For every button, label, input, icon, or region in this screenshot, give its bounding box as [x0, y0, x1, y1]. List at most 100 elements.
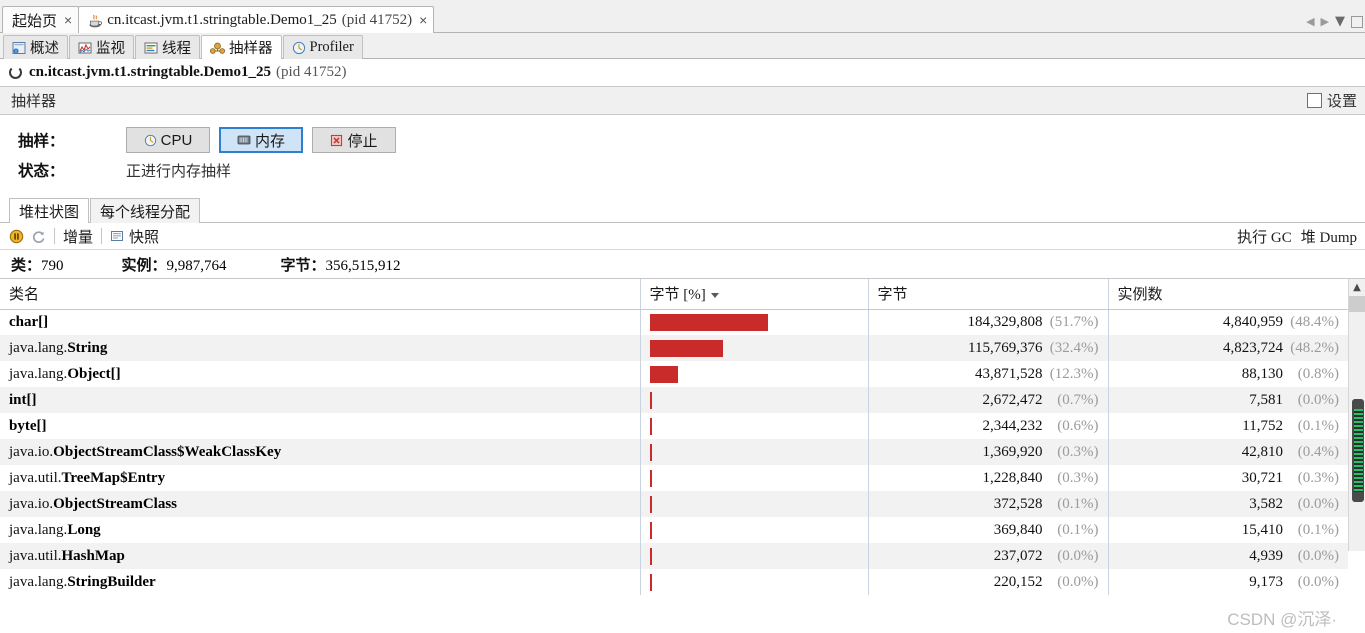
svg-text:i: i	[16, 48, 17, 53]
cell-instances: 15,410 (0.1%)	[1108, 517, 1348, 543]
instances-percent: (0.3%)	[1297, 469, 1339, 486]
instances-value: 15,410	[1241, 521, 1283, 538]
cell-instances: 4,840,959 (48.4%)	[1108, 309, 1348, 335]
bytes-percent-bar	[649, 521, 652, 539]
triangle-right-icon[interactable]: ▶	[1321, 16, 1329, 27]
bytes-value: 184,329,808	[967, 313, 1043, 330]
tab-per-thread-allocation[interactable]: 每个线程分配	[90, 198, 201, 223]
scroll-thumb[interactable]	[1352, 399, 1364, 502]
scroll-up-icon[interactable]: ▲	[1349, 279, 1365, 296]
checkbox-icon[interactable]	[1306, 93, 1322, 108]
instances-percent: (48.2%)	[1290, 339, 1339, 356]
tab-sampler[interactable]: 抽样器	[201, 35, 282, 59]
scroll-track-top[interactable]	[1349, 296, 1365, 312]
tab-threads[interactable]: 线程	[135, 35, 200, 59]
memory-sample-button[interactable]: 内存	[219, 127, 303, 153]
cell-class-name: char[]	[0, 309, 641, 335]
cell-class-name: byte[]	[0, 413, 641, 439]
cell-class-name: java.lang.String	[0, 335, 641, 361]
cell-bytes: 1,369,920 (0.3%)	[868, 439, 1109, 465]
table-row[interactable]: char[] 184,329,808 (51.7%) 4,840,959 (48.4%)	[0, 309, 1348, 335]
tab-heap-histogram[interactable]: 堆柱状图	[9, 198, 90, 223]
bytes-counter: 字节：356,515,912	[281, 254, 401, 275]
class-package: java.lang.	[9, 339, 68, 356]
bytes-value: 237,072	[993, 547, 1043, 564]
bytes-percent-bar	[649, 339, 724, 357]
perform-gc-button[interactable]: 执行 GC	[1237, 226, 1292, 247]
stop-sample-button[interactable]: 停止	[312, 127, 396, 153]
class-simple-name: HashMap	[61, 547, 125, 564]
table-row[interactable]: java.lang.String 115,769,376 (32.4%) 4,823,…	[0, 335, 1348, 361]
tab-label: 监视	[96, 41, 125, 57]
watermark-text: CSDN @沉泽·	[1227, 610, 1337, 629]
refresh-button[interactable]	[31, 229, 46, 244]
table-row[interactable]: java.lang.Long 369,840 (0.1%) 15,410 (0.1%)	[0, 517, 1348, 543]
delta-button[interactable]: 增量	[63, 226, 93, 247]
column-header-bytes-percent[interactable]: 字节 [%]	[640, 279, 869, 310]
cell-class-name: java.io.ObjectStreamClass	[0, 491, 641, 517]
cpu-sample-button[interactable]: CPU	[126, 127, 210, 153]
tab-overview[interactable]: i 概述	[3, 35, 68, 59]
table-row[interactable]: java.lang.StringBuilder 220,152 (0.0%) 9,17…	[0, 569, 1348, 595]
window-tab-demo1-25[interactable]: cn.itcast.jvm.t1.stringtable.Demo1_25 (p…	[78, 6, 435, 33]
heap-dump-button[interactable]: 堆 Dump	[1301, 226, 1357, 247]
cell-instances: 7,581 (0.0%)	[1108, 387, 1348, 413]
classes-label: 类：	[11, 257, 42, 274]
tab-label: 线程	[162, 41, 191, 57]
column-header-bytes[interactable]: 字节	[868, 279, 1109, 310]
bytes-percent: (32.4%)	[1049, 339, 1099, 356]
tab-profiler[interactable]: Profiler	[282, 35, 363, 59]
table-row[interactable]: java.util.HashMap 237,072 (0.0%) 4,939 (0.0%…	[0, 543, 1348, 569]
table-row[interactable]: java.io.ObjectStreamClass 372,528 (0.1%) 3,…	[0, 491, 1348, 517]
memory-icon	[237, 134, 251, 146]
table-row[interactable]: java.lang.Object[] 43,871,528 (12.3%) 88,13…	[0, 361, 1348, 387]
class-simple-name: Object[]	[67, 365, 121, 382]
table-row[interactable]: java.io.ObjectStreamClass$WeakClassKey 1,…	[0, 439, 1348, 465]
triangle-left-icon[interactable]: ◀	[1306, 16, 1314, 27]
cell-bytes: 369,840 (0.1%)	[868, 517, 1109, 543]
tab-monitor[interactable]: 监视	[69, 35, 134, 59]
instances-value: 88,130	[1241, 365, 1283, 382]
chevron-down-icon[interactable]: ▼	[1335, 15, 1345, 28]
column-header-class-name[interactable]: 类名	[0, 279, 641, 310]
bytes-value: 1,228,840	[982, 469, 1043, 486]
bytes-percent-bar	[649, 365, 678, 383]
instances-value: 4,823,724	[1223, 339, 1283, 356]
cell-instances: 9,173 (0.0%)	[1108, 569, 1348, 595]
histogram-table-wrapper: 类名 字节 [%] 字节 实例数 char[] 184,329,808 (51.7%…	[0, 279, 1365, 595]
cell-bytes: 237,072 (0.0%)	[868, 543, 1109, 569]
bytes-value: 2,672,472	[982, 391, 1043, 408]
cell-instances: 4,939 (0.0%)	[1108, 543, 1348, 569]
page-title: cn.itcast.jvm.t1.stringtable.Demo1_25	[29, 64, 272, 80]
snapshot-button[interactable]: 快照	[110, 226, 159, 247]
square-icon[interactable]	[1351, 15, 1363, 28]
class-simple-name: ObjectStreamClass$WeakClassKey	[53, 443, 282, 460]
cell-class-name: int[]	[0, 387, 641, 413]
bytes-percent: (0.1%)	[1057, 521, 1099, 538]
settings-toggle[interactable]: 设置	[1306, 90, 1357, 111]
bytes-percent: (0.6%)	[1057, 417, 1099, 434]
sampler-title-bar: 抽样器 设置	[0, 86, 1365, 115]
table-row[interactable]: int[] 2,672,472 (0.7%) 7,581 (0.0%)	[0, 387, 1348, 413]
cell-bytes: 2,344,232 (0.6%)	[868, 413, 1109, 439]
column-header-instances[interactable]: 实例数	[1108, 279, 1348, 310]
bytes-percent-bar	[649, 417, 652, 435]
sample-row: 抽样： CPU 内存 停止	[18, 125, 1365, 155]
vertical-scrollbar[interactable]: ▲	[1348, 279, 1365, 551]
pause-button[interactable]	[9, 229, 24, 244]
instances-percent: (0.4%)	[1297, 443, 1339, 460]
close-icon[interactable]: ×	[419, 12, 427, 28]
table-row[interactable]: byte[] 2,344,232 (0.6%) 11,752 (0.1%)	[0, 413, 1348, 439]
result-tab-bar: 堆柱状图 每个线程分配	[0, 197, 1365, 223]
window-tab-start-page[interactable]: 起始页 ×	[2, 6, 80, 33]
bytes-value: 43,871,528	[975, 365, 1043, 382]
cell-bytes-bar	[640, 491, 869, 517]
sample-label: 抽样：	[18, 133, 65, 150]
instances-value: 4,939	[1249, 547, 1283, 564]
table-row[interactable]: java.util.TreeMap$Entry 1,228,840 (0.3%) 30…	[0, 465, 1348, 491]
state-row: 状态： 正进行内存抽样	[18, 155, 1365, 185]
close-icon[interactable]: ×	[64, 12, 72, 28]
window-tab-pid: (pid 41752)	[341, 11, 413, 28]
stop-red-x-icon	[330, 134, 343, 147]
button-label: 停止	[347, 132, 378, 150]
